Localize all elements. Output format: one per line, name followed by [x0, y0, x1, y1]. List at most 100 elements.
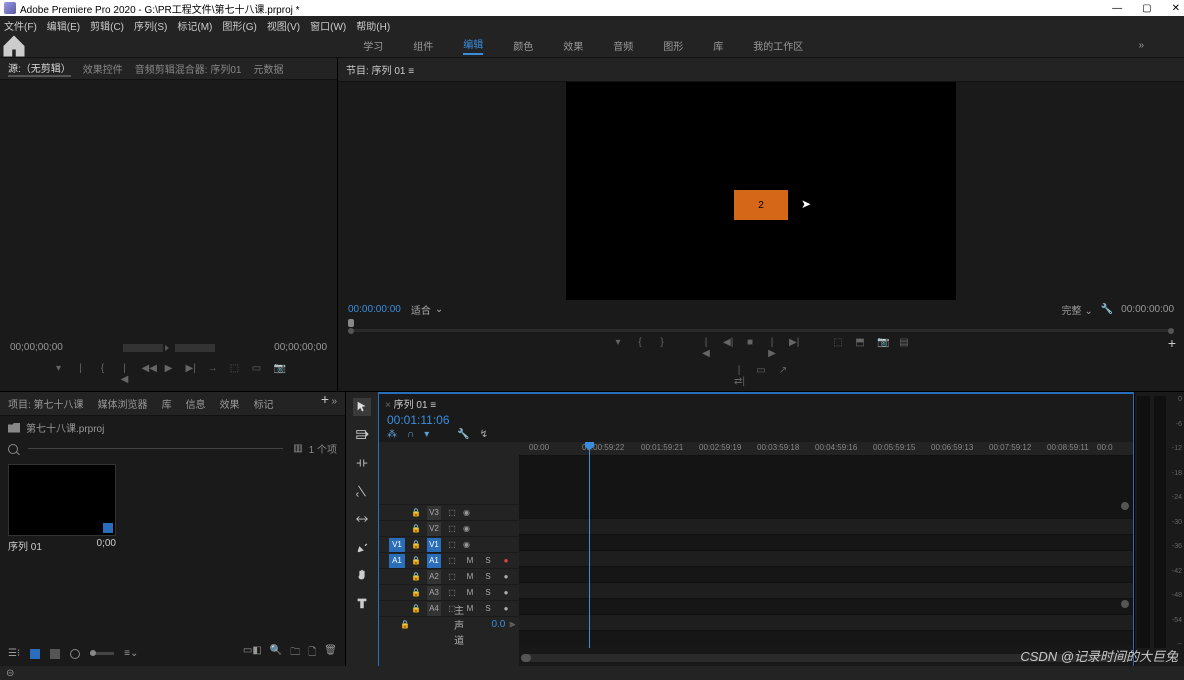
tab-metadata[interactable]: 元数据 [253, 61, 283, 76]
ws-overflow[interactable]: » [1138, 40, 1144, 51]
source-add-button[interactable]: + [321, 391, 329, 407]
track-header-v3[interactable]: 🔒V3⬚ [379, 504, 519, 520]
menu-sequence[interactable]: 序列(S) [134, 18, 167, 33]
overwrite-icon[interactable]: ▭ [252, 363, 262, 385]
track-header-master[interactable]: 🔒主声道0.0⫸ [379, 616, 519, 632]
track-header-v1[interactable]: V1🔒V1⬚ [379, 536, 519, 552]
track-header-a2[interactable]: 🔒A2⬚MS● [379, 568, 519, 584]
ws-mine[interactable]: 我的工作区 [753, 38, 803, 53]
ws-color[interactable]: 颜色 [513, 38, 533, 53]
close-button[interactable]: ✕ [1172, 3, 1180, 14]
mark-out-icon[interactable]: | [76, 363, 86, 385]
freeform-view-icon[interactable] [50, 649, 60, 659]
ffwd-icon[interactable]: ▶| [186, 363, 196, 385]
snap-icon[interactable]: ⁂ [387, 429, 397, 440]
new-bin-icon[interactable]: 🗀 [290, 645, 300, 662]
razor-tool[interactable] [353, 482, 371, 500]
mark-in-icon[interactable]: { [635, 337, 645, 359]
minimize-button[interactable]: — [1112, 3, 1122, 14]
timeline-canvas[interactable]: 00:00 00:00:59:22 00:01:59:21 00:02:59:1… [519, 442, 1133, 666]
tab-markers[interactable]: 标记 [254, 396, 274, 411]
ws-assembly[interactable]: 组件 [413, 38, 433, 53]
folder-icon[interactable] [8, 423, 20, 433]
type-tool[interactable] [353, 594, 371, 612]
track-select-tool[interactable] [353, 426, 371, 444]
export-icon[interactable]: ↗ [778, 365, 788, 387]
ws-learn[interactable]: 学习 [363, 38, 383, 53]
ws-graphics[interactable]: 图形 [663, 38, 683, 53]
link-icon[interactable]: ∩ [407, 429, 414, 440]
settings-icon[interactable]: 🔧 [457, 429, 469, 440]
home-button[interactable] [0, 34, 28, 58]
safe-margins-icon[interactable]: |⇄| [734, 365, 744, 387]
play-stop-icon[interactable]: ■ [745, 337, 755, 359]
new-item-icon[interactable]: 🗋 [308, 645, 316, 662]
track-header-v2[interactable]: 🔒V2⬚ [379, 520, 519, 536]
go-out-icon[interactable]: ▶| [789, 337, 799, 359]
mark-in-icon[interactable]: ▾ [54, 363, 64, 385]
zoom-knob-icon[interactable] [70, 649, 80, 659]
step-back-icon[interactable]: ◀| [723, 337, 733, 359]
menu-window[interactable]: 窗口(W) [310, 18, 346, 33]
quality-dropdown[interactable]: 完整 ⌄ [1062, 302, 1093, 317]
timeline-timecode[interactable]: 00:01:11:06 [385, 413, 1127, 427]
zoom-fit-dropdown[interactable]: 适合 ⌄ [411, 302, 443, 317]
ws-effects[interactable]: 效果 [563, 38, 583, 53]
menu-clip[interactable]: 剪辑(C) [90, 18, 124, 33]
sequence-thumbnail[interactable] [8, 464, 116, 536]
list-view-icon[interactable]: ☰⁝ [8, 648, 20, 659]
hand-tool[interactable] [353, 566, 371, 584]
menu-marker[interactable]: 标记(M) [177, 18, 212, 33]
menu-view[interactable]: 视图(V) [267, 18, 300, 33]
go-in-icon[interactable]: |◀ [701, 337, 711, 359]
selection-tool[interactable] [353, 398, 371, 416]
tab-effect-controls[interactable]: 效果控件 [83, 61, 123, 76]
program-tc-left[interactable]: 00:00:00:00 [348, 304, 401, 315]
thumbnail-label[interactable]: 序列 01 [8, 538, 42, 553]
auto-seq-icon[interactable]: ▭◧ [243, 645, 262, 662]
step-fwd-icon[interactable]: → [208, 363, 218, 385]
maximize-button[interactable]: ▢ [1142, 3, 1151, 14]
playhead[interactable] [589, 442, 590, 648]
menu-edit[interactable]: 编辑(E) [47, 18, 80, 33]
step-back-icon[interactable]: |◀ [120, 363, 130, 385]
lift-icon[interactable]: ⬚ [833, 337, 843, 359]
extract-icon[interactable]: ⬒ [855, 337, 865, 359]
tab-program[interactable]: 节目: 序列 01 ≡ [346, 66, 414, 77]
tab-audio-mixer[interactable]: 音频剪辑混合器: 序列01 [135, 61, 242, 76]
project-breadcrumb[interactable]: 第七十八课.prproj [26, 420, 104, 435]
step-fwd-icon[interactable]: |▶ [767, 337, 777, 359]
add-marker-icon[interactable]: ▾ [613, 337, 623, 359]
tab-source[interactable]: 源:（无剪辑） [8, 60, 71, 77]
fullscreen-icon[interactable]: ▭ [756, 365, 766, 387]
program-add-button[interactable]: + [1168, 335, 1176, 351]
panel-overflow-icon[interactable]: » [331, 396, 337, 411]
track-header-a3[interactable]: 🔒A3⬚MS● [379, 584, 519, 600]
menu-graphics[interactable]: 图形(G) [222, 18, 256, 33]
mark-out-icon[interactable]: } [657, 337, 667, 359]
ws-audio[interactable]: 音频 [613, 38, 633, 53]
ws-libraries[interactable]: 库 [713, 38, 723, 53]
tab-libraries[interactable]: 库 [162, 396, 172, 411]
insert-icon[interactable]: ⬚ [230, 363, 240, 385]
go-in-icon[interactable]: { [98, 363, 108, 385]
tab-info[interactable]: 信息 [186, 396, 206, 411]
sort-icon[interactable]: ≡⌄ [124, 648, 138, 659]
slip-tool[interactable] [353, 510, 371, 528]
tab-media-browser[interactable]: 媒体浏览器 [98, 396, 148, 411]
settings-wrench-icon[interactable]: 🔧 [1101, 304, 1113, 315]
menu-file[interactable]: 文件(F) [4, 18, 37, 33]
filter-icon[interactable]: ▥ [293, 443, 302, 454]
program-monitor[interactable]: 2 ➤ [566, 82, 956, 300]
icon-view-icon[interactable] [30, 649, 40, 659]
find-icon[interactable]: 🔍 [270, 645, 282, 662]
tab-project[interactable]: 项目: 第七十八课 [8, 396, 84, 411]
search-input[interactable] [28, 448, 283, 449]
pen-tool[interactable] [353, 538, 371, 556]
search-icon[interactable] [8, 444, 18, 454]
time-ruler[interactable]: 00:00 00:00:59:22 00:01:59:21 00:02:59:1… [519, 442, 1133, 456]
play-icon[interactable]: ▶ [164, 363, 174, 385]
export-frame-icon[interactable]: 📷 [274, 363, 284, 385]
timeline-sequence-tab[interactable]: 序列 01 ≡ [394, 400, 437, 411]
compare-icon[interactable]: ▤ [899, 337, 909, 359]
